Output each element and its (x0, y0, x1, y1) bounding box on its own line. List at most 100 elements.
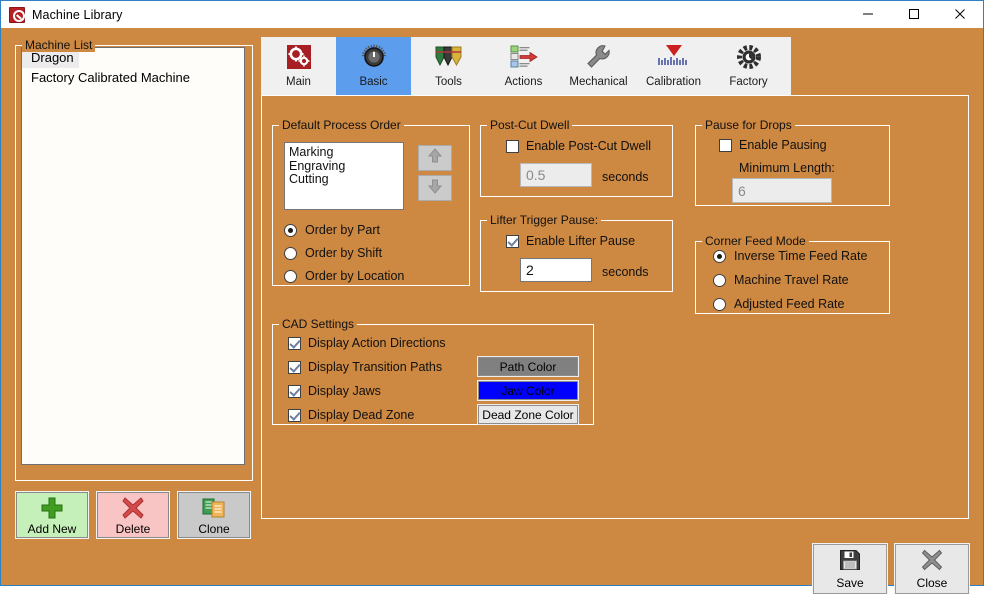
red-gears-icon (282, 42, 316, 72)
display-dead-zone-label: Display Dead Zone (308, 408, 415, 422)
display-action-directions-checkbox[interactable]: Display Action Directions (288, 336, 446, 350)
wrench-icon (582, 42, 616, 72)
corner-feed-mode-group: Corner Feed Mode Inverse Time Feed Rate … (695, 234, 890, 314)
radio-order-by-part[interactable]: Order by Part (284, 223, 380, 237)
display-action-directions-label: Display Action Directions (308, 336, 446, 350)
close-label: Close (916, 575, 948, 590)
display-jaws-checkbox[interactable]: Display Jaws (288, 384, 381, 398)
pause-for-drops-body: Enable Pausing Minimum Length: 6 (695, 125, 890, 206)
default-process-order-caption: Default Process Order (279, 118, 404, 132)
process-order-listbox[interactable]: Marking Engraving Cutting (284, 142, 404, 210)
lifter-trigger-pause-caption: Lifter Trigger Pause: (487, 213, 602, 227)
tab-actions[interactable]: Actions (486, 37, 561, 95)
lifter-pause-unit: seconds (602, 265, 649, 279)
window-title: Machine Library (32, 7, 123, 22)
radio-order-by-shift[interactable]: Order by Shift (284, 246, 382, 260)
move-down-button[interactable] (418, 175, 452, 201)
close-button[interactable]: Close (894, 543, 970, 594)
down-arrow-icon (427, 178, 443, 199)
enable-lifter-pause-checkbox[interactable]: Enable Lifter Pause (506, 234, 635, 248)
checkbox-indicator (288, 408, 301, 422)
path-color-label: Path Color (499, 359, 557, 374)
post-cut-dwell-input[interactable]: 0.5 (520, 163, 592, 187)
corner-feed-mode-caption: Corner Feed Mode (702, 234, 809, 248)
checkbox-indicator (719, 138, 732, 152)
minimum-length-input[interactable]: 6 (732, 178, 832, 203)
up-arrow-icon (427, 147, 443, 169)
radio-order-by-location[interactable]: Order by Location (284, 269, 404, 283)
radio-adjusted-feed-rate-label: Adjusted Feed Rate (734, 297, 845, 311)
lifter-pause-input[interactable]: 2 (520, 258, 592, 282)
checkbox-indicator (506, 234, 519, 248)
enable-lifter-pause-label: Enable Lifter Pause (526, 234, 636, 248)
radio-indicator (713, 273, 726, 287)
delete-label: Delete (115, 521, 151, 536)
dark-gear-icon (732, 42, 766, 72)
radio-adjusted-feed-rate[interactable]: Adjusted Feed Rate (713, 297, 845, 311)
tab-calibration[interactable]: Calibration (636, 37, 711, 95)
pause-for-drops-caption: Pause for Drops (702, 118, 795, 132)
minimize-icon[interactable] (845, 1, 891, 27)
radio-inverse-time-feed-rate-label: Inverse Time Feed Rate (734, 249, 868, 263)
tab-factory[interactable]: Factory (711, 37, 786, 95)
delete-button[interactable]: Delete (96, 491, 170, 539)
dead-zone-color-label: Dead Zone Color (482, 407, 574, 422)
copy-documents-icon (202, 495, 226, 521)
jaw-color-label: Jaw Color (501, 383, 555, 398)
close-icon[interactable] (937, 1, 983, 27)
clone-button[interactable]: Clone (177, 491, 251, 539)
minimum-length-value: 6 (738, 182, 746, 199)
pause-for-drops-group: Pause for Drops Enable Pausing Minimum L… (695, 118, 890, 206)
add-new-label: Add New (27, 521, 77, 536)
default-process-order-group: Default Process Order Marking Engraving … (272, 118, 470, 286)
tab-basic[interactable]: Basic (336, 37, 411, 95)
radio-inverse-time-feed-rate[interactable]: Inverse Time Feed Rate (713, 249, 867, 263)
tab-basic-label: Basic (359, 76, 388, 88)
lifter-trigger-pause-group: Lifter Trigger Pause: Enable Lifter Paus… (480, 213, 673, 292)
list-item[interactable]: Marking (289, 145, 403, 160)
default-process-order-body: Marking Engraving Cutting Order by Part … (272, 125, 470, 286)
dead-zone-color-button[interactable]: Dead Zone Color (477, 404, 579, 425)
corner-feed-mode-body: Inverse Time Feed Rate Machine Travel Ra… (695, 241, 890, 314)
window-controls (845, 1, 983, 27)
machine-listbox[interactable]: Dragon Factory Calibrated Machine (21, 47, 245, 465)
maximize-icon[interactable] (891, 1, 937, 27)
list-item[interactable]: Cutting (289, 172, 403, 187)
machine-list-caption: Machine List (22, 38, 96, 52)
list-item[interactable]: Factory Calibrated Machine (22, 68, 244, 88)
post-cut-dwell-unit: seconds (602, 170, 649, 184)
knob-dial-icon (357, 42, 391, 72)
add-new-button[interactable]: Add New (15, 491, 89, 539)
radio-order-by-part-label: Order by Part (305, 223, 381, 237)
tab-tools-label: Tools (435, 76, 462, 88)
tab-strip: Main Basic Tools Actions Mechanical Cali… (261, 37, 791, 95)
x-mark-icon (121, 495, 145, 521)
tab-mechanical[interactable]: Mechanical (561, 37, 636, 95)
move-up-button[interactable] (418, 145, 452, 171)
tab-tools[interactable]: Tools (411, 37, 486, 95)
list-item[interactable]: Engraving (289, 159, 403, 174)
cad-settings-body: Display Action Directions Display Transi… (272, 324, 594, 425)
path-color-button[interactable]: Path Color (477, 356, 579, 377)
enable-post-cut-dwell-checkbox[interactable]: Enable Post-Cut Dwell (506, 139, 651, 153)
save-button[interactable]: Save (812, 543, 888, 594)
title-bar: Machine Library (1, 1, 983, 28)
enable-pausing-checkbox[interactable]: Enable Pausing (719, 138, 827, 152)
post-cut-dwell-group: Post-Cut Dwell Enable Post-Cut Dwell 0.5… (480, 118, 673, 197)
radio-order-by-shift-label: Order by Shift (305, 246, 383, 260)
display-jaws-label: Display Jaws (308, 384, 381, 398)
lifter-trigger-pause-body: Enable Lifter Pause 2 seconds (480, 220, 673, 292)
jaw-color-button[interactable]: Jaw Color (477, 380, 579, 401)
checkbox-indicator (288, 360, 301, 374)
enable-pausing-label: Enable Pausing (739, 138, 827, 152)
tab-calibration-label: Calibration (646, 76, 701, 88)
post-cut-dwell-body: Enable Post-Cut Dwell 0.5 seconds (480, 125, 673, 197)
tab-main-label: Main (286, 76, 311, 88)
tab-main[interactable]: Main (261, 37, 336, 95)
display-dead-zone-checkbox[interactable]: Display Dead Zone (288, 408, 414, 422)
save-label: Save (836, 575, 864, 590)
radio-machine-travel-rate[interactable]: Machine Travel Rate (713, 273, 849, 287)
display-transition-paths-checkbox[interactable]: Display Transition Paths (288, 360, 442, 374)
floppy-disk-icon (839, 549, 861, 574)
post-cut-dwell-value: 0.5 (526, 167, 546, 183)
